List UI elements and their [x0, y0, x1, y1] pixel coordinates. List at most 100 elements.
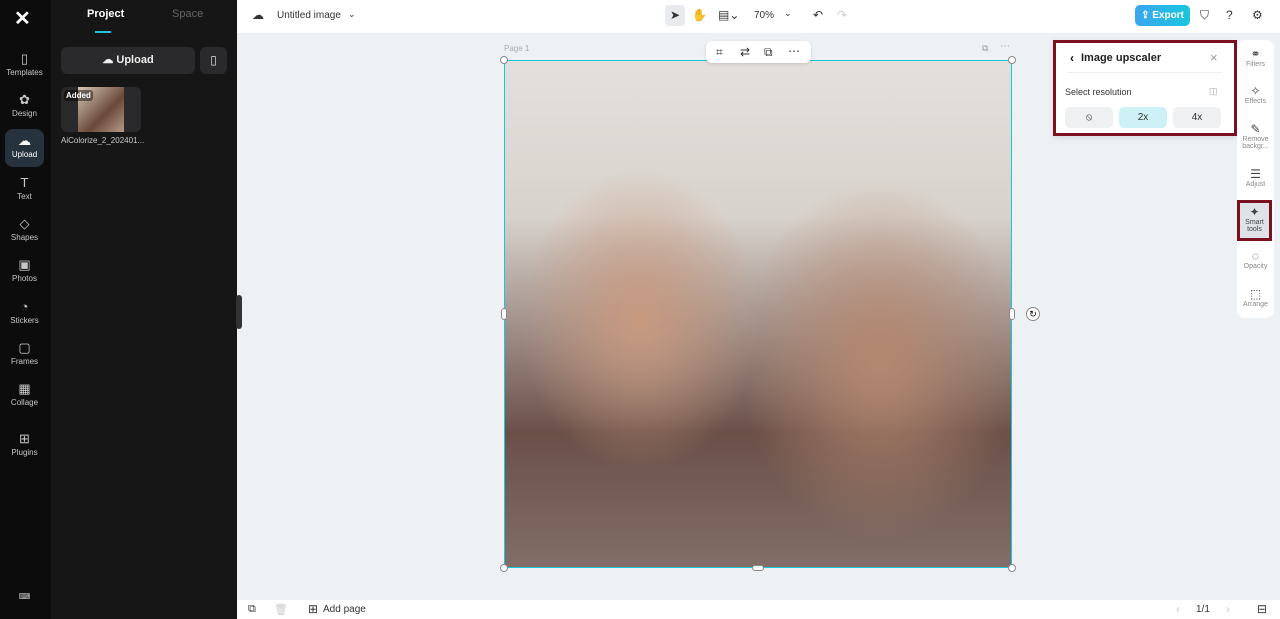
close-icon[interactable]: ×: [1210, 50, 1218, 65]
pages-icon[interactable]: ⧉: [248, 603, 256, 616]
more-icon[interactable]: ⋯: [788, 44, 800, 58]
tab-indicator: [95, 31, 111, 33]
replace-icon[interactable]: ⇄: [740, 45, 750, 59]
tool-opacity[interactable]: ◌ Opacity: [1237, 249, 1274, 270]
chevron-down-icon[interactable]: ⌄: [348, 9, 356, 20]
page-label: Page 1: [504, 44, 530, 53]
resize-handle[interactable]: [501, 308, 507, 320]
text-icon: T: [20, 175, 29, 190]
next-page-icon[interactable]: ›: [1226, 602, 1230, 616]
rail-label: Plugins: [11, 448, 38, 457]
rail-label: Templates: [6, 68, 43, 77]
tool-label: Smart tools: [1245, 219, 1264, 233]
shapes-icon: ◇: [19, 216, 30, 231]
frames-icon: ▢: [18, 340, 31, 355]
keyboard-shortcuts-icon[interactable]: ⌨: [5, 592, 44, 612]
rail-upload[interactable]: ☁ Upload: [5, 129, 44, 167]
upload-icon: ☁: [18, 133, 31, 148]
rail-templates[interactable]: ▯ Templates: [5, 47, 44, 85]
tool-label: Filters: [1245, 61, 1266, 68]
duplicate-page-icon[interactable]: ⧉: [982, 43, 988, 54]
tool-remove-background[interactable]: ✎ Remove backgr...: [1237, 122, 1274, 150]
resolution-label: Select resolution: [1065, 87, 1132, 97]
asset-name: AiColorize_2_202401...: [61, 136, 145, 145]
hand-tool-icon[interactable]: ✋: [692, 8, 707, 22]
add-page-icon[interactable]: ⊞: [308, 602, 318, 616]
resize-handle[interactable]: [1009, 308, 1015, 320]
document-title[interactable]: Untitled image: [277, 10, 341, 21]
back-icon[interactable]: ‹: [1070, 51, 1074, 65]
zoom-level[interactable]: 70%: [754, 10, 774, 21]
zoom-chevron-icon[interactable]: ⌄: [784, 8, 792, 19]
crop-icon[interactable]: ⌗: [716, 45, 723, 60]
rail-label: Collage: [10, 398, 39, 407]
rail-label: Frames: [10, 357, 39, 366]
tab-project[interactable]: Project: [87, 8, 124, 20]
resize-handle[interactable]: [1008, 564, 1016, 572]
select-tool-icon[interactable]: ➤: [665, 5, 685, 26]
redo-icon[interactable]: ↷: [837, 8, 847, 22]
rail-frames[interactable]: ▢ Frames: [5, 336, 44, 374]
prev-page-icon[interactable]: ‹: [1176, 602, 1180, 616]
page-more-icon[interactable]: ⋯: [1000, 41, 1010, 52]
rail-photos[interactable]: ▣ Photos: [5, 253, 44, 291]
tool-adjust[interactable]: ☰ Adjust: [1237, 167, 1274, 188]
tool-label: Adjust: [1245, 181, 1266, 188]
rail-collage[interactable]: ▦ Collage: [5, 377, 44, 415]
resize-handle[interactable]: [752, 565, 764, 571]
compare-icon[interactable]: ◫: [1209, 86, 1218, 97]
page-counter: 1/1: [1196, 604, 1210, 615]
tool-smart-tools[interactable]: ✦ Smart tools: [1237, 200, 1272, 241]
duplicate-icon[interactable]: ⧉: [764, 45, 773, 60]
phone-upload-button[interactable]: ▯: [200, 47, 227, 74]
design-icon: ✿: [19, 92, 30, 107]
tools-sidebar: ⚭ Filters ✧ Effects ✎ Remove backgr... ☰ Adj…: [1237, 40, 1274, 318]
tool-label: Effects: [1244, 98, 1267, 105]
tool-label: Remove backgr...: [1242, 136, 1269, 150]
opacity-icon: ◌: [1251, 249, 1260, 263]
tool-arrange[interactable]: ⬚ Arrange: [1237, 287, 1274, 308]
magic-wand-icon: ✦: [1249, 205, 1260, 219]
panel-title: Image upscaler: [1081, 52, 1162, 64]
resize-handle[interactable]: [500, 564, 508, 572]
layers-icon[interactable]: ⊟: [1257, 602, 1267, 616]
cloud-icon: ☁: [252, 8, 264, 22]
collage-icon: ▦: [18, 381, 31, 396]
resolution-none-button[interactable]: ⦸: [1065, 107, 1113, 128]
export-button[interactable]: ⇪ Export: [1135, 5, 1190, 26]
rail-design[interactable]: ✿ Design: [5, 88, 44, 126]
tool-label: Opacity: [1243, 263, 1268, 270]
asset-thumbnail[interactable]: Added: [61, 87, 141, 132]
rail-shapes[interactable]: ◇ Shapes: [5, 212, 44, 250]
upload-label: Upload: [116, 54, 154, 66]
upload-button[interactable]: ☁ Upload: [61, 47, 195, 74]
resolution-4x-button[interactable]: 4x: [1173, 107, 1221, 128]
rail-label: Text: [17, 192, 32, 201]
rotate-icon[interactable]: ↻: [1026, 307, 1040, 321]
rail-plugins[interactable]: ⊞ Plugins: [5, 427, 44, 465]
remove-background-icon: ✎: [1250, 122, 1261, 136]
tool-filters[interactable]: ⚭ Filters: [1237, 47, 1274, 68]
rail-text[interactable]: T Text: [5, 171, 44, 209]
tab-space[interactable]: Space: [172, 8, 203, 20]
undo-icon[interactable]: ↶: [813, 8, 823, 22]
resize-handle[interactable]: [1008, 56, 1016, 64]
divider: [1068, 72, 1222, 73]
collapse-panel-handle[interactable]: [236, 295, 242, 329]
resolution-2x-button[interactable]: 2x: [1119, 107, 1167, 128]
rail-label: Shapes: [10, 233, 39, 242]
resize-handle[interactable]: [500, 56, 508, 64]
image-upscaler-panel: ‹ Image upscaler × Select resolution ◫ ⦸…: [1053, 40, 1237, 136]
settings-icon[interactable]: ⚙: [1252, 8, 1263, 22]
layout-icon[interactable]: ▤⌄: [718, 8, 739, 22]
trash-icon[interactable]: 🗑: [274, 603, 288, 616]
export-icon: ⇪: [1141, 10, 1153, 21]
add-page-button[interactable]: Add page: [323, 604, 366, 615]
help-icon[interactable]: ?: [1226, 8, 1233, 22]
smart-tools-item: ✦ Smart tools: [1240, 205, 1269, 233]
shield-icon[interactable]: ⛉: [1200, 8, 1209, 23]
canvas-image[interactable]: [504, 60, 1012, 568]
tool-effects[interactable]: ✧ Effects: [1237, 84, 1274, 105]
effects-icon: ✧: [1250, 84, 1261, 98]
rail-stickers[interactable]: ◔ Stickers: [5, 295, 44, 333]
